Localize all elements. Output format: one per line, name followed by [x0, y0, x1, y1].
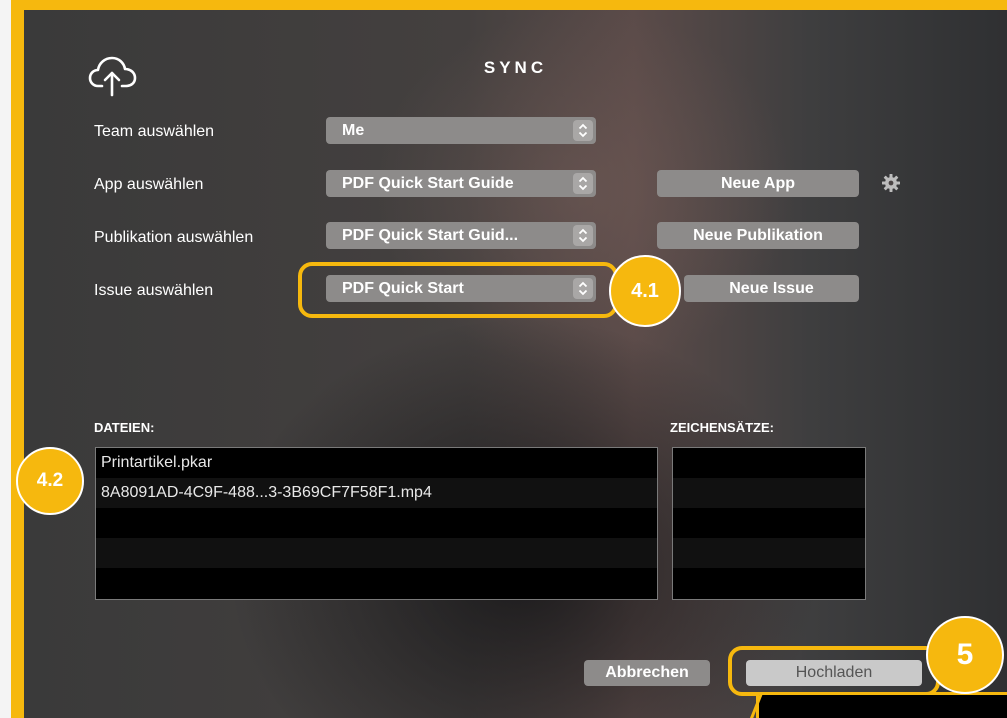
- callout-line: [749, 692, 764, 718]
- files-list[interactable]: Printartikel.pkar 8A8091AD-4C9F-488...3-…: [95, 447, 658, 600]
- step-badge-4-1: 4.1: [609, 255, 681, 327]
- new-app-button[interactable]: Neue App: [657, 170, 859, 197]
- empty-list-row: [673, 538, 865, 568]
- file-item[interactable]: 8A8091AD-4C9F-488...3-3B69CF7F58F1.mp4: [96, 478, 657, 508]
- files-section-label: DATEIEN:: [94, 420, 155, 435]
- new-publication-button[interactable]: Neue Publikation: [657, 222, 859, 249]
- new-issue-button[interactable]: Neue Issue: [684, 275, 859, 302]
- team-select-value: Me: [342, 122, 365, 139]
- issue-highlight-ring: [298, 262, 618, 318]
- empty-list-row: [673, 448, 865, 478]
- empty-list-row: [96, 538, 657, 568]
- updown-arrows-icon: [573, 225, 593, 246]
- sync-dialog: SYNC Team auswählen Me App auswählen PDF…: [24, 10, 1007, 718]
- callout-panel: [756, 692, 1007, 718]
- app-select-value: PDF Quick Start Guide: [342, 175, 514, 192]
- publication-select[interactable]: PDF Quick Start Guid...: [326, 222, 596, 249]
- empty-list-row: [96, 508, 657, 538]
- upload-highlight-ring: [728, 646, 940, 696]
- empty-list-row: [673, 568, 865, 598]
- cancel-button[interactable]: Abbrechen: [584, 660, 710, 686]
- updown-arrows-icon: [573, 120, 593, 141]
- team-select[interactable]: Me: [326, 117, 596, 144]
- file-item[interactable]: Printartikel.pkar: [96, 448, 657, 478]
- fonts-section-label: ZEICHENSÄTZE:: [670, 420, 774, 435]
- updown-arrows-icon: [573, 173, 593, 194]
- app-label: App auswählen: [94, 176, 204, 193]
- step-badge-4-2: 4.2: [16, 447, 84, 515]
- empty-list-row: [673, 508, 865, 538]
- publication-label: Publikation auswählen: [94, 229, 254, 246]
- gear-icon[interactable]: [881, 173, 901, 193]
- publication-select-value: PDF Quick Start Guid...: [342, 227, 519, 244]
- empty-list-row: [96, 568, 657, 598]
- step-badge-5: 5: [926, 616, 1004, 694]
- fonts-list[interactable]: [672, 447, 866, 600]
- team-label: Team auswählen: [94, 123, 215, 140]
- app-select[interactable]: PDF Quick Start Guide: [326, 170, 596, 197]
- empty-list-row: [673, 478, 865, 508]
- dialog-title: SYNC: [483, 58, 548, 77]
- issue-label: Issue auswählen: [94, 282, 214, 299]
